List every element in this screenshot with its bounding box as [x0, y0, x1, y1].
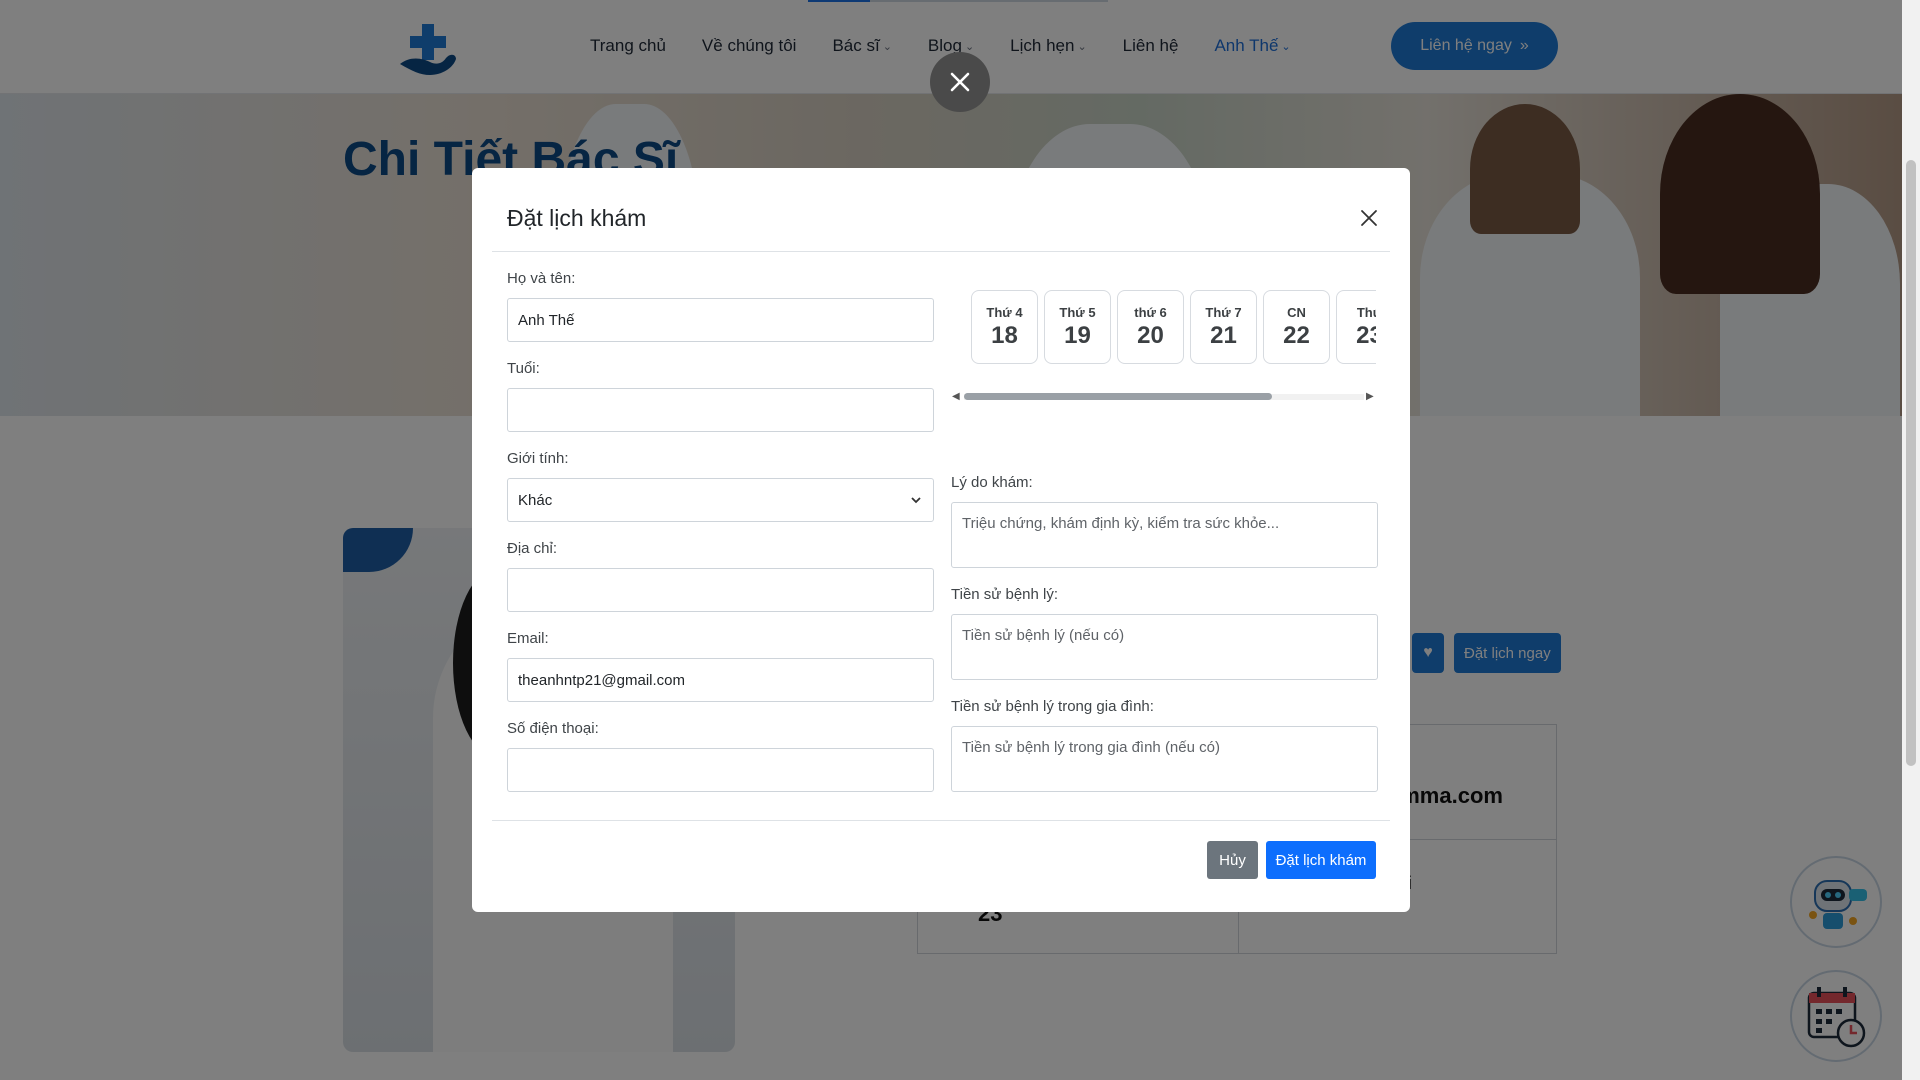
date-weekday: Thứ 7: [1205, 304, 1242, 320]
date-picker: Thứ 418Thứ 519thứ 620Thứ 721CN22Thứ23: [971, 290, 1376, 370]
address-field[interactable]: [507, 568, 934, 612]
submit-booking-button[interactable]: Đặt lịch khám: [1266, 841, 1376, 879]
cancel-button[interactable]: Hủy: [1207, 841, 1258, 879]
date-scrollbar[interactable]: ◀ ▶: [952, 390, 1376, 404]
date-weekday: CN: [1287, 304, 1306, 320]
age-label: Tuổi:: [507, 360, 540, 377]
date-day: 19: [1064, 321, 1091, 349]
date-day: 22: [1283, 321, 1310, 349]
gender-select[interactable]: Khác: [507, 478, 934, 522]
date-card[interactable]: Thứ 5 19: [1044, 290, 1111, 364]
scroll-left-icon[interactable]: ◀: [952, 391, 960, 402]
date-day: 18: [991, 321, 1018, 349]
booking-modal: Đặt lịch khám Họ và tên: Tuổi: Giới tính…: [472, 168, 1410, 912]
date-weekday: Thứ: [1356, 304, 1376, 320]
family-history-field[interactable]: [951, 726, 1378, 792]
modal-title: Đặt lịch khám: [507, 205, 647, 231]
family-history-label: Tiền sử bệnh lý trong gia đình:: [951, 698, 1154, 715]
address-label: Địa chỉ:: [507, 540, 558, 557]
date-day: 20: [1137, 321, 1164, 349]
reason-field[interactable]: [951, 502, 1378, 568]
name-field[interactable]: [507, 298, 934, 342]
close-icon[interactable]: [930, 52, 990, 112]
gender-label: Giới tính:: [507, 450, 569, 467]
history-label: Tiền sử bệnh lý:: [951, 586, 1059, 603]
date-weekday: Thứ 4: [986, 304, 1023, 320]
date-card[interactable]: thứ 6 20: [1117, 290, 1184, 364]
date-card[interactable]: Thứ 7 21: [1190, 290, 1257, 364]
name-label: Họ và tên:: [507, 270, 576, 287]
page-scrollbar[interactable]: [1902, 0, 1920, 1080]
date-card[interactable]: Thứ23: [1336, 290, 1376, 364]
history-field[interactable]: [951, 614, 1378, 680]
scroll-right-icon[interactable]: ▶: [1366, 391, 1374, 402]
age-field[interactable]: [507, 388, 934, 432]
close-icon[interactable]: [1357, 206, 1381, 230]
modal-header: Đặt lịch khám: [472, 168, 1410, 252]
date-weekday: thứ 6: [1134, 304, 1167, 320]
phone-label: Số điện thoại:: [507, 720, 599, 737]
phone-field[interactable]: [507, 748, 934, 792]
date-day: 21: [1210, 321, 1237, 349]
gender-value: Khác: [518, 491, 553, 509]
date-weekday: Thứ 5: [1059, 304, 1096, 320]
reason-label: Lý do khám:: [951, 474, 1033, 491]
date-card[interactable]: Thứ 4 18: [971, 290, 1038, 364]
date-day: 23: [1356, 321, 1376, 349]
chevron-down-icon: [911, 497, 921, 504]
date-card[interactable]: CN 22: [1263, 290, 1330, 364]
email-field[interactable]: [507, 658, 934, 702]
email-label: Email:: [507, 630, 549, 647]
